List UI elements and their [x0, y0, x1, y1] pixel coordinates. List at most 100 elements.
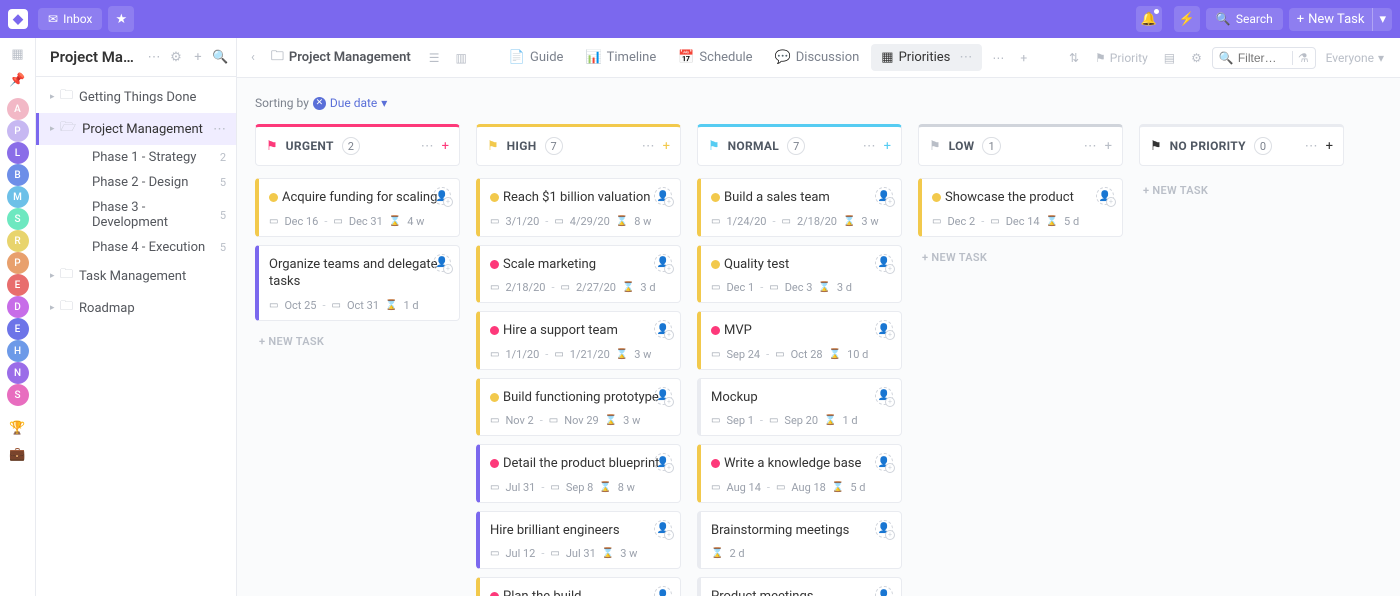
- breadcrumb[interactable]: 🗀 Project Management: [263, 43, 419, 73]
- task-card[interactable]: Detail the product blueprint👤+▭Jul 31-▭S…: [476, 444, 681, 503]
- sidebar-item-more-icon[interactable]: ⋯: [213, 122, 226, 137]
- new-task-link[interactable]: + NEW TASK: [1139, 178, 1344, 203]
- column-more-icon[interactable]: ⋯: [421, 139, 434, 154]
- assignee-avatar[interactable]: 👤+: [654, 387, 672, 405]
- sidebar-folder[interactable]: ▸🗀Getting Things Done: [36, 81, 236, 113]
- add-assignee-icon[interactable]: +: [664, 397, 674, 407]
- sidebar-folder[interactable]: ▸🗀Task Management: [36, 260, 236, 292]
- new-task-link[interactable]: + NEW TASK: [918, 245, 1123, 270]
- view-tab-more-icon[interactable]: ⋯: [959, 50, 972, 65]
- task-card[interactable]: Hire brilliant engineers👤+▭Jul 12-▭Jul 3…: [476, 511, 681, 570]
- add-assignee-icon[interactable]: +: [1106, 197, 1116, 207]
- task-card[interactable]: Organize teams and delegate tasks👤+▭Oct …: [255, 245, 460, 321]
- task-card[interactable]: Showcase the product👤+▭Dec 2-▭Dec 14⌛5 d: [918, 178, 1123, 237]
- people-filter[interactable]: Everyone ▾: [1320, 47, 1390, 69]
- sidebar-add-icon[interactable]: +: [190, 50, 206, 65]
- add-assignee-icon[interactable]: +: [664, 264, 674, 274]
- view-tab[interactable]: 📅Schedule: [668, 44, 762, 71]
- task-card[interactable]: Write a knowledge base👤+▭Aug 14-▭Aug 18⌛…: [697, 444, 902, 503]
- sidebar-list-item[interactable]: Phase 1 - Strategy2: [36, 145, 236, 170]
- task-card[interactable]: MVP👤+▭Sep 24-▭Oct 28⌛10 d: [697, 311, 902, 370]
- favorite-button[interactable]: ★: [108, 6, 134, 32]
- pin-icon[interactable]: 📌: [10, 72, 26, 88]
- sidebar-list-item[interactable]: Phase 2 - Design5: [36, 170, 236, 195]
- user-avatar[interactable]: P: [7, 252, 29, 274]
- view-tab[interactable]: ▦Priorities⋯: [871, 44, 982, 71]
- assignee-avatar[interactable]: 👤+: [433, 187, 451, 205]
- user-avatar[interactable]: B: [7, 164, 29, 186]
- assignee-avatar[interactable]: 👤+: [654, 520, 672, 538]
- apps-icon[interactable]: ▦: [10, 46, 26, 62]
- column-more-icon[interactable]: ⋯: [863, 139, 876, 154]
- new-task-dropdown[interactable]: ▾: [1372, 8, 1392, 31]
- column-more-icon[interactable]: ⋯: [1305, 139, 1318, 154]
- add-assignee-icon[interactable]: +: [664, 330, 674, 340]
- filter-icon[interactable]: ⚗: [1292, 51, 1309, 65]
- group-icon[interactable]: ▤: [1158, 47, 1181, 69]
- view-tab[interactable]: 📊Timeline: [575, 44, 666, 71]
- add-assignee-icon[interactable]: +: [664, 197, 674, 207]
- app-logo[interactable]: ◆: [8, 9, 28, 29]
- task-card[interactable]: Plan the build👤+▭Jul 12-▭Jul 18⌛4 d: [476, 577, 681, 596]
- add-assignee-icon[interactable]: +: [885, 197, 895, 207]
- task-card[interactable]: Build functioning prototype👤+▭Nov 2-▭Nov…: [476, 378, 681, 437]
- remove-sort-icon[interactable]: ✕: [313, 97, 326, 110]
- view-more-icon[interactable]: ⋯: [986, 47, 1010, 69]
- sidebar-folder[interactable]: ▸🗀Roadmap: [36, 292, 236, 324]
- assignee-avatar[interactable]: 👤+: [433, 254, 451, 272]
- task-card[interactable]: Hire a support team👤+▭1/1/20-▭1/21/20⌛3 …: [476, 311, 681, 370]
- sort-field[interactable]: ⚑ Priority: [1089, 47, 1154, 69]
- filter-box[interactable]: 🔍 ⚗: [1212, 47, 1316, 69]
- column-add-icon[interactable]: +: [442, 139, 449, 154]
- user-avatar[interactable]: R: [7, 230, 29, 252]
- add-assignee-icon[interactable]: +: [664, 530, 674, 540]
- assignee-avatar[interactable]: 👤+: [654, 586, 672, 596]
- user-avatar[interactable]: N: [7, 362, 29, 384]
- column-add-icon[interactable]: +: [1105, 139, 1112, 154]
- task-card[interactable]: Brainstorming meetings👤+⌛2 d: [697, 511, 902, 570]
- assignee-avatar[interactable]: 👤+: [875, 520, 893, 538]
- user-avatar[interactable]: P: [7, 120, 29, 142]
- add-assignee-icon[interactable]: +: [885, 264, 895, 274]
- sidebar-folder[interactable]: ▸🗁Project Management⋯: [36, 113, 236, 145]
- assignee-avatar[interactable]: 👤+: [875, 187, 893, 205]
- user-avatar[interactable]: S: [7, 208, 29, 230]
- task-card[interactable]: Reach $1 billion valuation👤+▭3/1/20-▭4/2…: [476, 178, 681, 237]
- task-card[interactable]: Quality test👤+▭Dec 1-▭Dec 3⌛3 d: [697, 245, 902, 304]
- user-avatar[interactable]: E: [7, 274, 29, 296]
- user-avatar[interactable]: H: [7, 340, 29, 362]
- add-assignee-icon[interactable]: +: [885, 530, 895, 540]
- task-card[interactable]: Acquire funding for scaling👤+▭Dec 16-▭De…: [255, 178, 460, 237]
- assignee-avatar[interactable]: 👤+: [654, 254, 672, 272]
- column-add-icon[interactable]: +: [663, 139, 670, 154]
- sort-direction-icon[interactable]: ⇅: [1063, 47, 1085, 69]
- assignee-avatar[interactable]: 👤+: [654, 320, 672, 338]
- assignee-avatar[interactable]: 👤+: [654, 453, 672, 471]
- briefcase-icon[interactable]: 💼: [10, 446, 26, 462]
- add-assignee-icon[interactable]: +: [443, 264, 453, 274]
- sidebar-search-icon[interactable]: 🔍: [212, 50, 228, 65]
- user-avatar[interactable]: S: [7, 384, 29, 406]
- sidebar-list-item[interactable]: Phase 3 - Development5: [36, 195, 236, 235]
- view-list-icon[interactable]: ☰: [423, 47, 446, 69]
- assignee-avatar[interactable]: 👤+: [875, 320, 893, 338]
- assignee-avatar[interactable]: 👤+: [875, 453, 893, 471]
- filter-input[interactable]: [1238, 51, 1288, 65]
- column-more-icon[interactable]: ⋯: [642, 139, 655, 154]
- notifications-button[interactable]: 🔔: [1136, 6, 1162, 32]
- new-task-link[interactable]: + NEW TASK: [255, 329, 460, 354]
- new-task-button[interactable]: + New Task: [1289, 8, 1373, 31]
- search-button[interactable]: 🔍 Search: [1206, 8, 1283, 30]
- assignee-avatar[interactable]: 👤+: [875, 586, 893, 596]
- assignee-avatar[interactable]: 👤+: [1096, 187, 1114, 205]
- sorting-indicator[interactable]: Sorting by ✕ Due date ▾: [255, 96, 1386, 110]
- assignee-avatar[interactable]: 👤+: [875, 254, 893, 272]
- add-assignee-icon[interactable]: +: [443, 197, 453, 207]
- view-tab[interactable]: 💬Discussion: [765, 44, 870, 71]
- view-board-icon[interactable]: ▥: [449, 47, 472, 69]
- quick-action-button[interactable]: ⚡: [1174, 6, 1200, 32]
- task-card[interactable]: Product meetings👤+⌛2 d: [697, 577, 902, 596]
- user-avatar[interactable]: A: [7, 98, 29, 120]
- user-avatar[interactable]: E: [7, 318, 29, 340]
- add-assignee-icon[interactable]: +: [885, 397, 895, 407]
